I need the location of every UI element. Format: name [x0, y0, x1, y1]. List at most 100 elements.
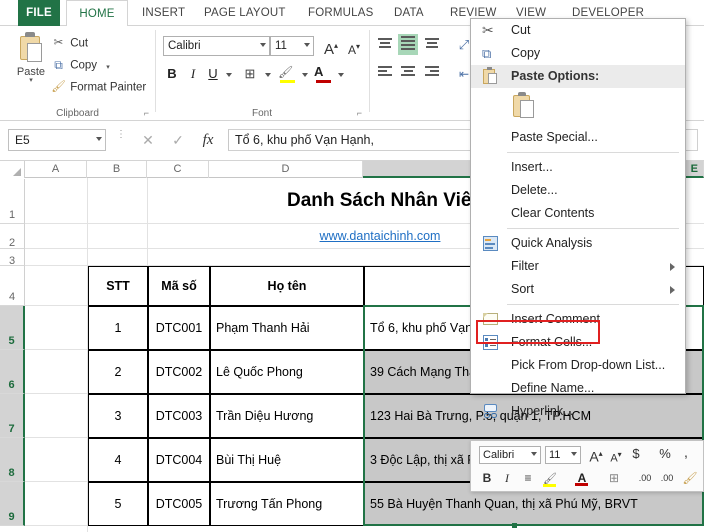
chevron-down-icon[interactable]	[571, 452, 577, 456]
menu-item-clear-contents[interactable]: Clear Contents	[471, 202, 685, 225]
tab-data[interactable]: DATA	[385, 0, 433, 26]
clipboard-dialog-launcher[interactable]: ⌐	[144, 108, 149, 118]
chevron-down-icon[interactable]	[304, 43, 310, 47]
mini-align-center-button[interactable]: ≡	[519, 469, 537, 487]
cell-b7-stt[interactable]: 3	[88, 394, 148, 438]
row-header-1[interactable]: 1	[0, 179, 25, 224]
tab-page-layout[interactable]: PAGE LAYOUT	[195, 0, 295, 26]
menu-item-filter[interactable]: Filter	[471, 255, 685, 278]
mini-font-color-button[interactable]: A	[573, 469, 591, 487]
align-top-button[interactable]	[375, 36, 395, 54]
cell-b9-stt[interactable]: 5	[88, 482, 148, 526]
format-painter-button[interactable]: 🖌 Format Painter	[50, 78, 146, 97]
tab-insert[interactable]: INSERT	[133, 0, 194, 26]
mini-font-size-box[interactable]: 11	[545, 446, 581, 464]
table-header-ho-ten[interactable]: Họ tên	[210, 266, 364, 306]
menu-item-copy[interactable]: ⧉ Copy	[471, 42, 685, 65]
select-all-button[interactable]	[0, 161, 25, 178]
cell-d7-ho-ten[interactable]: Trần Diệu Hương	[210, 394, 364, 438]
copy-dropdown-arrow[interactable]: ▾	[106, 64, 110, 71]
row-header-3[interactable]: 3	[0, 249, 25, 267]
decrease-font-size-button[interactable]: A▾	[343, 37, 365, 60]
chevron-down-icon[interactable]	[260, 43, 266, 47]
menu-item-pick-from-dropdown-list[interactable]: Pick From Drop-down List...	[471, 354, 685, 377]
column-header-d[interactable]: D	[209, 161, 363, 178]
tab-formulas[interactable]: FORMULAS	[299, 0, 383, 26]
font-dialog-launcher[interactable]: ⌐	[357, 108, 362, 118]
increase-font-size-button[interactable]: A▴	[320, 36, 342, 60]
fill-color-dropdown-arrow[interactable]	[302, 73, 308, 77]
name-box[interactable]: E5	[8, 129, 106, 151]
italic-button[interactable]: I	[184, 63, 202, 85]
cell-b5-stt[interactable]: 1	[88, 306, 148, 350]
menu-item-insert-comment[interactable]: Insert Comment	[471, 308, 685, 331]
table-header-stt[interactable]: STT	[88, 266, 148, 306]
borders-button[interactable]: ⊞	[240, 63, 260, 85]
font-color-button[interactable]: A	[314, 63, 334, 85]
cell-c8-ma-so[interactable]: DTC004	[148, 438, 210, 482]
mini-increase-decimal-button[interactable]: .00	[635, 469, 655, 487]
menu-item-format-cells[interactable]: Format Cells...	[471, 331, 685, 354]
font-size-box[interactable]: 11	[270, 36, 314, 56]
cell-c5-ma-so[interactable]: DTC001	[148, 306, 210, 350]
align-center-button[interactable]	[398, 64, 418, 82]
row-header-6[interactable]: 6	[0, 350, 25, 394]
mini-italic-button[interactable]: I	[499, 469, 515, 487]
row-header-5[interactable]: 5	[0, 306, 25, 350]
mini-fill-color-button[interactable]: 🖌	[541, 469, 559, 488]
underline-button[interactable]: U	[205, 63, 221, 85]
mini-decrease-decimal-button[interactable]: .00	[657, 469, 677, 487]
align-right-button[interactable]	[422, 64, 442, 82]
table-header-ma-so[interactable]: Mã số	[148, 266, 210, 306]
mini-format-painter-button[interactable]: 🖌	[681, 469, 699, 487]
formula-bar-grip[interactable]: ⋮	[116, 130, 126, 140]
menu-item-hyperlink[interactable]: Hyperlink...	[471, 400, 685, 423]
menu-item-delete[interactable]: Delete...	[471, 179, 685, 202]
mini-increase-font-size-button[interactable]: A▴	[587, 445, 605, 466]
cancel-formula-button[interactable]: ✕	[134, 129, 162, 151]
font-name-box[interactable]: Calibri	[163, 36, 270, 56]
menu-item-sort[interactable]: Sort	[471, 278, 685, 301]
row-header-7[interactable]: 7	[0, 394, 25, 438]
borders-dropdown-arrow[interactable]	[265, 73, 271, 77]
cell-c9-ma-so[interactable]: DTC005	[148, 482, 210, 526]
fill-color-button[interactable]: 🖌	[278, 63, 298, 85]
row-header-8[interactable]: 8	[0, 438, 25, 482]
column-header-b[interactable]: B	[87, 161, 147, 178]
column-header-a[interactable]: A	[25, 161, 87, 178]
cell-b6-stt[interactable]: 2	[88, 350, 148, 394]
align-left-button[interactable]	[375, 64, 395, 82]
mini-percent-button[interactable]: %	[657, 445, 673, 463]
copy-button[interactable]: ⧉ Copy ▾	[50, 56, 110, 75]
bold-button[interactable]: B	[163, 63, 181, 85]
mini-decrease-font-size-button[interactable]: A▾	[607, 446, 625, 468]
align-middle-button[interactable]	[398, 34, 418, 55]
menu-item-insert[interactable]: Insert...	[471, 156, 685, 179]
menu-item-paste-options[interactable]: Paste Options:	[471, 65, 685, 88]
cell-b8-stt[interactable]: 4	[88, 438, 148, 482]
menu-item-cut[interactable]: ✂ Cut	[471, 19, 685, 42]
cell-c7-ma-so[interactable]: DTC003	[148, 394, 210, 438]
cell-d8-ho-ten[interactable]: Bùi Thị Huệ	[210, 438, 364, 482]
font-color-dropdown-arrow[interactable]	[338, 73, 344, 77]
paste-button[interactable]: Paste ▾	[8, 32, 54, 104]
cell-d6-ho-ten[interactable]: Lê Quốc Phong	[210, 350, 364, 394]
enter-formula-button[interactable]: ✓	[164, 129, 192, 151]
chevron-down-icon[interactable]	[531, 452, 537, 456]
mini-comma-button[interactable]: ,	[679, 443, 693, 461]
underline-dropdown-arrow[interactable]	[226, 73, 232, 77]
paste-keep-source-icon[interactable]	[512, 92, 538, 122]
mini-currency-button[interactable]: $	[629, 445, 643, 463]
chevron-down-icon[interactable]	[96, 137, 102, 141]
mini-bold-button[interactable]: B	[479, 469, 495, 487]
selection-fill-handle[interactable]	[512, 523, 517, 528]
paste-dropdown-arrow[interactable]: ▾	[8, 77, 54, 84]
menu-item-quick-analysis[interactable]: Quick Analysis	[471, 232, 685, 255]
column-header-c[interactable]: C	[147, 161, 209, 178]
row-header-2[interactable]: 2	[0, 224, 25, 249]
row-header-4[interactable]: 4	[0, 266, 25, 306]
cell-d5-ho-ten[interactable]: Phạm Thanh Hải	[210, 306, 364, 350]
cell-c6-ma-so[interactable]: DTC002	[148, 350, 210, 394]
cell-d9-ho-ten[interactable]: Trương Tấn Phong	[210, 482, 364, 526]
tab-home[interactable]: HOME	[66, 0, 128, 27]
